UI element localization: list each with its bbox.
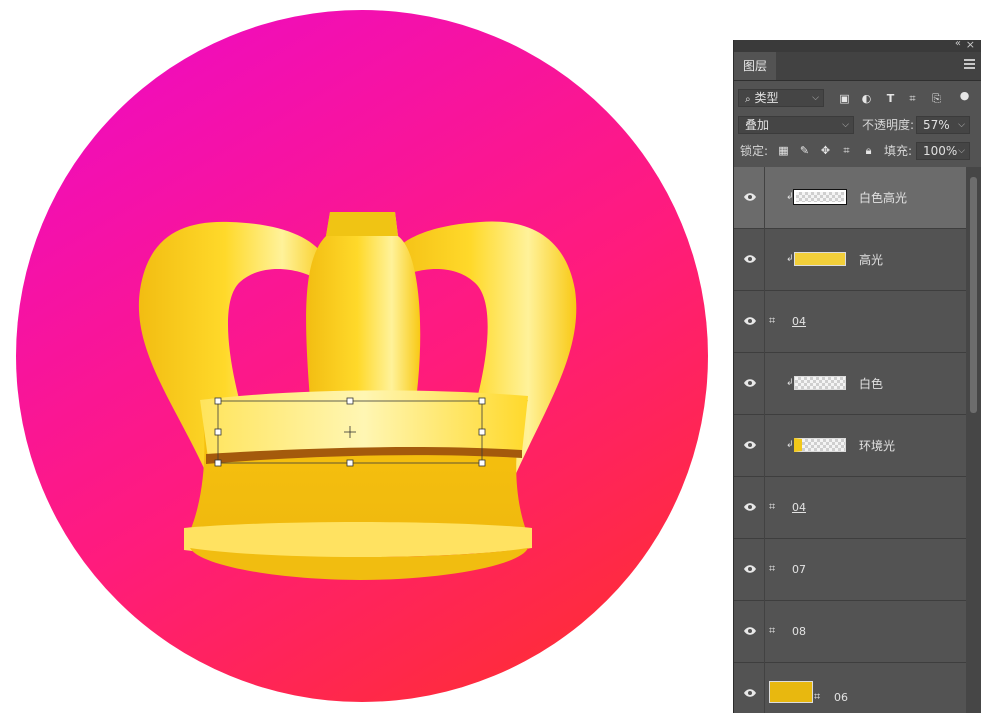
layer-thumbnail — [793, 189, 847, 205]
layer-row[interactable]: ↲ 白色高光 — [734, 167, 966, 229]
type-filter-icon[interactable]: T — [884, 92, 897, 105]
layer-row[interactable]: ⌗ 07 — [734, 539, 966, 601]
layer-name: 环境光 — [859, 439, 896, 453]
panel-tab-row: 图层 — [734, 52, 981, 81]
layer-thumbnail — [794, 252, 846, 266]
clipping-mask-icon: ↲ — [786, 254, 794, 264]
divider — [764, 167, 765, 229]
filter-row: ⌕ 类型 ⌵ ▣ ◐ T ⌗ ⎘ ● — [734, 86, 981, 110]
shape-layer-icon: ⌗ — [769, 562, 776, 575]
smart-object-filter-icon[interactable]: ⎘ — [930, 92, 943, 105]
image-filter-icon[interactable]: ▣ — [838, 92, 851, 105]
lock-row: 锁定: ▦ ✎ ✥ ⌗ 🔒︎ 填充: 100% ⌵ — [734, 139, 981, 163]
clipping-mask-icon: ↲ — [786, 192, 794, 202]
layer-list: ↲ 白色高光 ↲ 高光 ⌗ 04 ↲ 白色 ↲ 环境光 ⌗ 04 ⌗ 07 ⌗ … — [734, 167, 966, 713]
clipping-mask-icon: ↲ — [786, 440, 794, 450]
lock-artboard-icon[interactable]: ⌗ — [840, 144, 853, 157]
layer-row[interactable]: ⌗ 04 — [734, 477, 966, 539]
layer-name: 04 — [792, 315, 806, 328]
visibility-eye-icon[interactable] — [743, 624, 757, 638]
divider — [764, 663, 765, 713]
layer-name: 07 — [792, 563, 806, 576]
blend-row: 叠加 ⌵ 不透明度: 57% ⌵ — [734, 113, 981, 137]
scrollbar-thumb[interactable] — [970, 177, 977, 413]
divider — [764, 353, 765, 415]
layers-scrollbar[interactable] — [966, 167, 981, 713]
shape-filter-icon[interactable]: ⌗ — [906, 92, 919, 105]
lock-position-icon[interactable]: ✥ — [819, 144, 832, 157]
divider — [764, 477, 765, 539]
shape-layer-icon: ⌗ — [814, 690, 821, 703]
opacity-input[interactable]: 57% ⌵ — [916, 116, 970, 134]
shape-layer-icon: ⌗ — [769, 314, 776, 327]
adjustment-filter-icon[interactable]: ◐ — [860, 92, 873, 105]
fill-label: 填充: — [884, 144, 913, 158]
visibility-eye-icon[interactable] — [743, 314, 757, 328]
layers-panel: « × 图层 ⌕ 类型 ⌵ ▣ ◐ T ⌗ ⎘ ● 叠加 ⌵ 不透明度: 57%… — [733, 40, 981, 713]
lock-transparent-icon[interactable]: ▦ — [777, 144, 790, 157]
visibility-eye-icon[interactable] — [743, 686, 757, 700]
blend-mode-value: 叠加 — [745, 118, 770, 132]
layer-name: 06 — [834, 691, 848, 704]
layer-thumbnail — [794, 438, 846, 452]
shape-layer-icon: ⌗ — [769, 624, 776, 637]
layer-thumbnail — [769, 681, 813, 703]
chevron-down-icon: ⌵ — [958, 120, 965, 130]
close-icon[interactable]: × — [966, 40, 975, 51]
layer-row[interactable]: ⌗ 04 — [734, 291, 966, 353]
blend-mode-select[interactable]: 叠加 ⌵ — [738, 116, 854, 134]
fill-value: 100% — [923, 144, 958, 158]
layer-name: 白色 — [859, 377, 884, 391]
visibility-eye-icon[interactable] — [743, 252, 757, 266]
chevron-down-icon: ⌵ — [812, 93, 819, 103]
opacity-label: 不透明度: — [862, 118, 915, 132]
crown-artwork — [16, 10, 708, 702]
layer-name: 08 — [792, 625, 806, 638]
filter-kind-select[interactable]: ⌕ 类型 ⌵ — [738, 89, 824, 107]
divider — [764, 291, 765, 353]
visibility-eye-icon[interactable] — [743, 190, 757, 204]
layer-row[interactable]: ↲ 白色 — [734, 353, 966, 415]
layer-row[interactable]: ↲ 环境光 — [734, 415, 966, 477]
panel-menu-icon[interactable] — [964, 59, 975, 69]
lock-label: 锁定: — [740, 144, 769, 158]
layer-row[interactable]: ↲ 高光 — [734, 229, 966, 291]
layer-name: 04 — [792, 501, 806, 514]
visibility-eye-icon[interactable] — [743, 438, 757, 452]
clipping-mask-icon: ↲ — [786, 378, 794, 388]
filter-kind-value: 类型 — [754, 91, 779, 105]
collapse-icon[interactable]: « — [955, 40, 961, 49]
visibility-eye-icon[interactable] — [743, 376, 757, 390]
layer-name: 白色高光 — [859, 191, 908, 205]
filter-toggle-icon[interactable]: ● — [958, 89, 971, 102]
divider — [764, 539, 765, 601]
divider — [764, 601, 765, 663]
lock-all-icon[interactable]: 🔒︎ — [862, 144, 875, 157]
panel-titlebar: « × — [734, 40, 981, 52]
lock-image-icon[interactable]: ✎ — [798, 144, 811, 157]
divider — [764, 229, 765, 291]
document-canvas[interactable] — [0, 0, 730, 713]
visibility-eye-icon[interactable] — [743, 562, 757, 576]
search-icon: ⌕ — [745, 94, 751, 105]
chevron-down-icon: ⌵ — [958, 146, 965, 156]
layer-row[interactable]: ⌗ 06 — [734, 663, 966, 713]
layer-row[interactable]: ⌗ 08 — [734, 601, 966, 663]
fill-input[interactable]: 100% ⌵ — [916, 142, 970, 160]
tab-layers[interactable]: 图层 — [734, 52, 776, 80]
shape-layer-icon: ⌗ — [769, 500, 776, 513]
chevron-down-icon: ⌵ — [842, 120, 849, 130]
visibility-eye-icon[interactable] — [743, 500, 757, 514]
divider — [764, 415, 765, 477]
opacity-value: 57% — [923, 118, 950, 132]
layer-thumbnail — [794, 376, 846, 390]
layer-name: 高光 — [859, 253, 884, 267]
